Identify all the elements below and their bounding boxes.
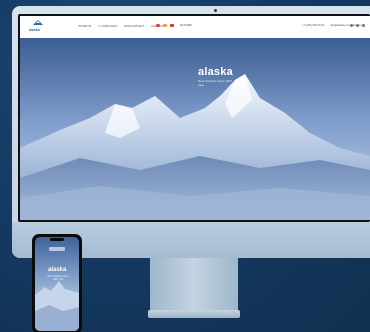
hero-tagline: New Horizons since 2007 year [198,79,233,87]
monitor-stand [150,258,238,314]
phone-tagline: New Horizons since 2007 year [47,275,69,281]
camera-icon [214,9,217,12]
flag-icon[interactable] [156,24,160,27]
phone-notch [50,238,64,241]
social-icon[interactable] [350,24,353,27]
phone: alaska New Horizons since 2007 year [32,234,82,332]
phone-brand: alaska [48,267,67,273]
menu-item-about[interactable]: О КОМПАНИИ [98,25,117,28]
hero-brand: alaska [198,66,233,78]
menu-item-projects[interactable]: ПРОЕКТЫ [78,25,91,28]
menu-item-franchise[interactable]: ФРАНЧАЙЗИНГ [124,25,144,28]
flag-icon[interactable] [163,24,167,27]
social-icon[interactable] [362,24,365,27]
language-switcher: МАГАЗИН [156,24,192,27]
logo-icon[interactable] [30,19,46,35]
monitor-foot [148,310,240,318]
social-links [350,24,365,27]
main-menu: ПРОЕКТЫ О КОМПАНИИ ФРАНЧАЙЗИНГ КОНТАКТЫ [78,25,166,28]
monitor-screen: alaska ПРОЕКТЫ О КОМПАНИИ ФРАНЧАЙЗИНГ КО… [20,16,370,220]
shop-link[interactable]: МАГАЗИН [180,24,192,27]
flag-icon[interactable] [170,24,174,27]
phone-screen: alaska New Horizons since 2007 year [35,237,79,331]
site-header: alaska ПРОЕКТЫ О КОМПАНИИ ФРАНЧАЙЗИНГ КО… [20,16,370,38]
logo-icon[interactable] [49,247,65,251]
phone-hero-image [35,281,79,331]
logo-text: alaska [29,28,40,32]
phone-link[interactable]: +7 (000) 000-00-00 [302,24,324,27]
social-icon[interactable] [356,24,359,27]
monitor: alaska ПРОЕКТЫ О КОМПАНИИ ФРАНЧАЙЗИНГ КО… [12,6,370,258]
hero-image [20,38,370,220]
